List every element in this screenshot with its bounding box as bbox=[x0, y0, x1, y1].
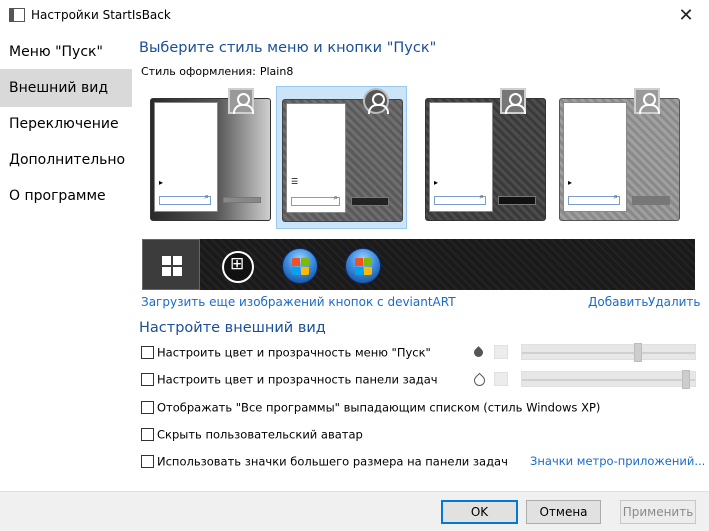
checkbox[interactable] bbox=[141, 455, 154, 468]
preview-search-icon bbox=[434, 192, 486, 205]
taskbar-color-swatch[interactable] bbox=[494, 372, 508, 386]
start-button-option-1[interactable] bbox=[142, 239, 200, 290]
preview-avatar-icon bbox=[228, 88, 254, 114]
appearance-heading: Настройте внешний вид bbox=[139, 320, 326, 336]
metro-icons-link[interactable]: Значки метро-приложений... bbox=[530, 454, 705, 468]
preview-frame: ▸ bbox=[559, 98, 680, 221]
checkbox[interactable] bbox=[141, 373, 154, 386]
style-preview-4[interactable]: ▸ bbox=[554, 86, 685, 229]
close-icon[interactable]: ✕ bbox=[663, 0, 709, 31]
checkbox[interactable] bbox=[141, 401, 154, 414]
slider-thumb[interactable] bbox=[682, 370, 690, 389]
sidebar-item-advanced[interactable]: Дополнительно bbox=[0, 141, 132, 179]
preview-avatar-icon bbox=[634, 88, 660, 114]
apply-button[interactable]: Применить bbox=[620, 500, 696, 524]
preview-search-icon bbox=[568, 192, 620, 205]
sidebar-item-about[interactable]: О программе bbox=[0, 177, 132, 215]
windows-orb-icon bbox=[345, 248, 381, 284]
button-bar: OK Отмена Применить bbox=[0, 491, 709, 531]
menu-color-swatch[interactable] bbox=[494, 345, 508, 359]
windows-ring-icon bbox=[222, 251, 254, 283]
sidebar: Меню "Пуск" Внешний вид Переключение Доп… bbox=[0, 31, 132, 491]
preview-shutdown-icon bbox=[223, 197, 261, 203]
start-button-option-4[interactable] bbox=[333, 242, 391, 288]
checkbox[interactable] bbox=[141, 346, 154, 359]
preview-list-icon: ☰ bbox=[291, 177, 299, 186]
windows-logo-icon bbox=[162, 256, 182, 276]
option-taskbar-color[interactable]: Настроить цвет и прозрачность панели зад… bbox=[141, 372, 438, 388]
preview-shutdown-icon bbox=[632, 196, 670, 205]
windows-orb-icon bbox=[282, 248, 318, 284]
title-bar: Настройки StartIsBack ✕ bbox=[0, 0, 709, 31]
preview-frame: ▸ bbox=[425, 98, 546, 221]
style-preview-2[interactable]: ☰ bbox=[276, 86, 407, 229]
start-button-option-2[interactable] bbox=[209, 242, 267, 288]
option-menu-color[interactable]: Настроить цвет и прозрачность меню "Пуск… bbox=[141, 345, 431, 361]
style-label-text: Стиль оформления: bbox=[141, 65, 256, 78]
style-preview-3[interactable]: ▸ bbox=[420, 86, 551, 229]
taskbar-transparency-slider[interactable] bbox=[521, 370, 696, 389]
preview-arrow-icon: ▸ bbox=[159, 178, 164, 187]
opacity-filled-icon bbox=[473, 345, 484, 359]
style-heading: Выберите стиль меню и кнопки "Пуск" bbox=[139, 40, 437, 56]
option-all-programs-dropdown[interactable]: Отображать "Все программы" выпадающим сп… bbox=[141, 400, 600, 416]
style-label: Стиль оформления: Plain8 bbox=[141, 65, 293, 78]
preview-arrow-icon: ▸ bbox=[434, 178, 439, 187]
window-title: Настройки StartIsBack bbox=[31, 8, 171, 22]
option-hide-avatar[interactable]: Скрыть пользовательский аватар bbox=[141, 427, 363, 443]
main-panel: Выберите стиль меню и кнопки "Пуск" Стил… bbox=[132, 31, 709, 491]
opacity-outline-icon bbox=[473, 372, 484, 386]
download-images-link[interactable]: Загрузить еще изображений кнопок с devia… bbox=[141, 295, 456, 309]
option-large-icons[interactable]: Использовать значки большего размера на … bbox=[141, 454, 508, 470]
slider-thumb[interactable] bbox=[634, 343, 642, 362]
preview-frame: ▸ bbox=[150, 98, 271, 221]
add-link[interactable]: Добавить bbox=[588, 295, 648, 309]
style-value: Plain8 bbox=[259, 65, 294, 78]
preview-search-icon bbox=[291, 193, 340, 206]
ok-button[interactable]: OK bbox=[441, 500, 518, 524]
sidebar-item-switching[interactable]: Переключение bbox=[0, 105, 132, 143]
sidebar-item-appearance[interactable]: Внешний вид bbox=[0, 69, 132, 107]
preview-frame: ☰ bbox=[282, 99, 403, 222]
start-button-option-3[interactable] bbox=[270, 242, 328, 288]
checkbox[interactable] bbox=[141, 428, 154, 441]
preview-shutdown-icon bbox=[498, 196, 536, 205]
menu-transparency-slider[interactable] bbox=[521, 343, 696, 362]
remove-link[interactable]: Удалить bbox=[648, 295, 701, 309]
preview-search-icon bbox=[159, 192, 211, 205]
preview-avatar-icon bbox=[363, 88, 389, 114]
preview-avatar-icon bbox=[500, 88, 526, 114]
cancel-button[interactable]: Отмена bbox=[526, 500, 601, 524]
preview-arrow-icon: ▸ bbox=[568, 178, 573, 187]
sidebar-item-start-menu[interactable]: Меню "Пуск" bbox=[0, 33, 132, 71]
start-button-strip bbox=[142, 239, 695, 290]
style-preview-1[interactable]: ▸ bbox=[145, 86, 276, 229]
app-window-icon bbox=[9, 8, 25, 22]
preview-shutdown-icon bbox=[351, 197, 389, 206]
